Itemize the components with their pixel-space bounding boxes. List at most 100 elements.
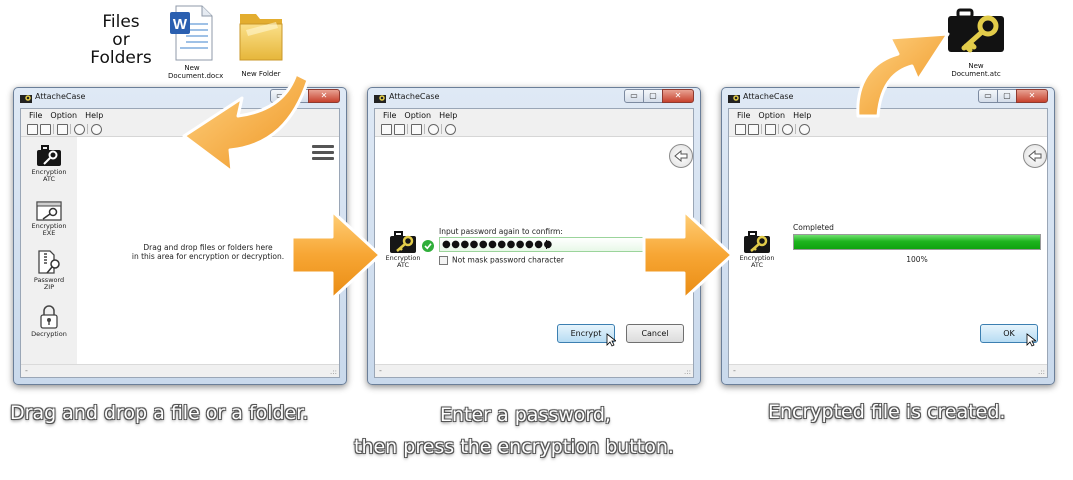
- progress-bar: [793, 234, 1041, 250]
- minimize-button[interactable]: ▭: [978, 89, 998, 103]
- folder-icon: [239, 14, 283, 61]
- help-icon[interactable]: [91, 124, 102, 135]
- right-arrow-icon: [642, 209, 734, 301]
- help-icon[interactable]: [799, 124, 810, 135]
- menu-bar: File Option Help: [375, 109, 693, 122]
- back-arrow-icon: [1028, 150, 1042, 162]
- status-bar: - .::: [21, 364, 339, 377]
- menu-option[interactable]: Option: [758, 109, 785, 122]
- toolbar-separator: [778, 124, 779, 134]
- caption-step2-line2: then press the encryption button.: [354, 436, 674, 458]
- word-badge-letter: W: [173, 16, 188, 33]
- menu-help[interactable]: Help: [793, 109, 811, 122]
- close-button[interactable]: ✕: [1016, 89, 1048, 103]
- new-file-icon[interactable]: [735, 124, 746, 135]
- maximize-button[interactable]: ▢: [997, 89, 1017, 103]
- gear-icon[interactable]: [782, 124, 793, 135]
- mask-checkbox[interactable]: [439, 255, 448, 265]
- indicator-label-line2: ATC: [750, 261, 764, 269]
- new-file-icon[interactable]: [27, 124, 38, 135]
- password-mask-text: ●●●●●●●●●●●●: [442, 239, 553, 250]
- open-file-icon[interactable]: [394, 124, 405, 135]
- files-word: Files: [102, 12, 140, 32]
- back-arrow-icon: [674, 150, 688, 162]
- new-file-icon[interactable]: [381, 124, 392, 135]
- window-title: AttacheCase: [389, 92, 440, 101]
- toolbar-separator: [424, 124, 425, 134]
- status-bar: - .::: [729, 364, 1047, 377]
- window-client: File Option Help Encryption ATC Completed: [728, 108, 1048, 378]
- minimize-button[interactable]: ▭: [624, 89, 644, 103]
- padlock-icon: [40, 305, 58, 329]
- sidebar-item-encryption-atc[interactable]: Encryption ATC: [21, 145, 77, 183]
- indicator-label-line2: ATC: [396, 261, 410, 269]
- close-button[interactable]: ✕: [662, 89, 694, 103]
- menu-help[interactable]: Help: [439, 109, 457, 122]
- menu-file[interactable]: File: [383, 109, 396, 122]
- encryption-atc-indicator: Encryption ATC: [735, 231, 779, 269]
- status-text: -: [379, 366, 382, 375]
- files-or-folders-label: Files or Folders: [86, 13, 156, 67]
- sidebar-label-line2: ATC: [42, 175, 56, 183]
- toolbar: [729, 122, 1047, 137]
- mask-checkbox-label: Not mask password character: [452, 255, 564, 265]
- toolbar-separator: [70, 124, 71, 134]
- window-title: AttacheCase: [35, 92, 86, 101]
- or-word: or: [112, 30, 130, 50]
- status-text: -: [25, 366, 28, 375]
- resize-grip[interactable]: .::: [330, 368, 337, 376]
- maximize-button[interactable]: ▢: [643, 89, 663, 103]
- menu-file[interactable]: File: [29, 109, 42, 122]
- gear-icon[interactable]: [74, 124, 85, 135]
- menu-help[interactable]: Help: [85, 109, 103, 122]
- lock-icon[interactable]: [411, 124, 422, 135]
- right-arrow-icon: [290, 209, 382, 301]
- back-button[interactable]: [1023, 144, 1047, 168]
- title-bar[interactable]: AttacheCase ▭ ▢ ✕: [368, 88, 700, 108]
- status-text: -: [733, 366, 736, 375]
- result-panel: Encryption ATC Completed 100% OK: [729, 137, 1047, 365]
- sidebar-item-encryption-exe[interactable]: Encryption EXE: [21, 199, 77, 237]
- open-file-icon[interactable]: [40, 124, 51, 135]
- status-bar: - .::: [375, 364, 693, 377]
- sidebar-label-line1: Decryption: [31, 330, 67, 338]
- toolbar-separator: [441, 124, 442, 134]
- exe-key-icon: [36, 201, 62, 221]
- help-icon[interactable]: [445, 124, 456, 135]
- open-file-icon[interactable]: [748, 124, 759, 135]
- briefcase-key-icon: [390, 231, 416, 253]
- menu-option[interactable]: Option: [404, 109, 431, 122]
- resize-grip[interactable]: .::: [1038, 368, 1045, 376]
- drop-curve-arrow-icon: [182, 72, 310, 174]
- lock-icon[interactable]: [765, 124, 776, 135]
- caption-step3: Encrypted file is created.: [768, 401, 1006, 423]
- attachecase-app-icon: [374, 95, 386, 103]
- caption-step2-line1: Enter a password,: [440, 404, 611, 426]
- menu-option[interactable]: Option: [50, 109, 77, 122]
- sidebar-label-line2: ZIP: [43, 283, 55, 291]
- menu-file[interactable]: File: [737, 109, 750, 122]
- sidebar-item-password-zip[interactable]: Password ZIP: [21, 249, 77, 291]
- completed-label: Completed: [793, 223, 834, 232]
- zip-key-icon: [38, 250, 60, 274]
- sidebar-item-decryption[interactable]: Decryption: [21, 305, 77, 338]
- output-curve-arrow-icon: [856, 32, 950, 118]
- mask-checkbox-row[interactable]: Not mask password character: [439, 255, 564, 265]
- text-cursor: [546, 240, 547, 249]
- folders-word: Folders: [90, 48, 152, 68]
- mouse-cursor-icon: [1026, 333, 1036, 347]
- toolbar-separator: [761, 124, 762, 134]
- cancel-button[interactable]: Cancel: [626, 324, 684, 343]
- sidebar-label-line2: EXE: [42, 229, 56, 237]
- back-button[interactable]: [669, 144, 693, 168]
- progress-fill: [794, 235, 1040, 249]
- briefcase-key-icon: [37, 145, 61, 166]
- caption-step1: Drag and drop a file or a folder.: [10, 402, 309, 424]
- password-prompt: Input password again to confirm:: [439, 227, 563, 236]
- lock-icon[interactable]: [57, 124, 68, 135]
- progress-percent: 100%: [906, 255, 928, 264]
- encryption-atc-indicator: Encryption ATC: [381, 231, 425, 269]
- mouse-cursor-icon: [606, 333, 616, 347]
- resize-grip[interactable]: .::: [684, 368, 691, 376]
- gear-icon[interactable]: [428, 124, 439, 135]
